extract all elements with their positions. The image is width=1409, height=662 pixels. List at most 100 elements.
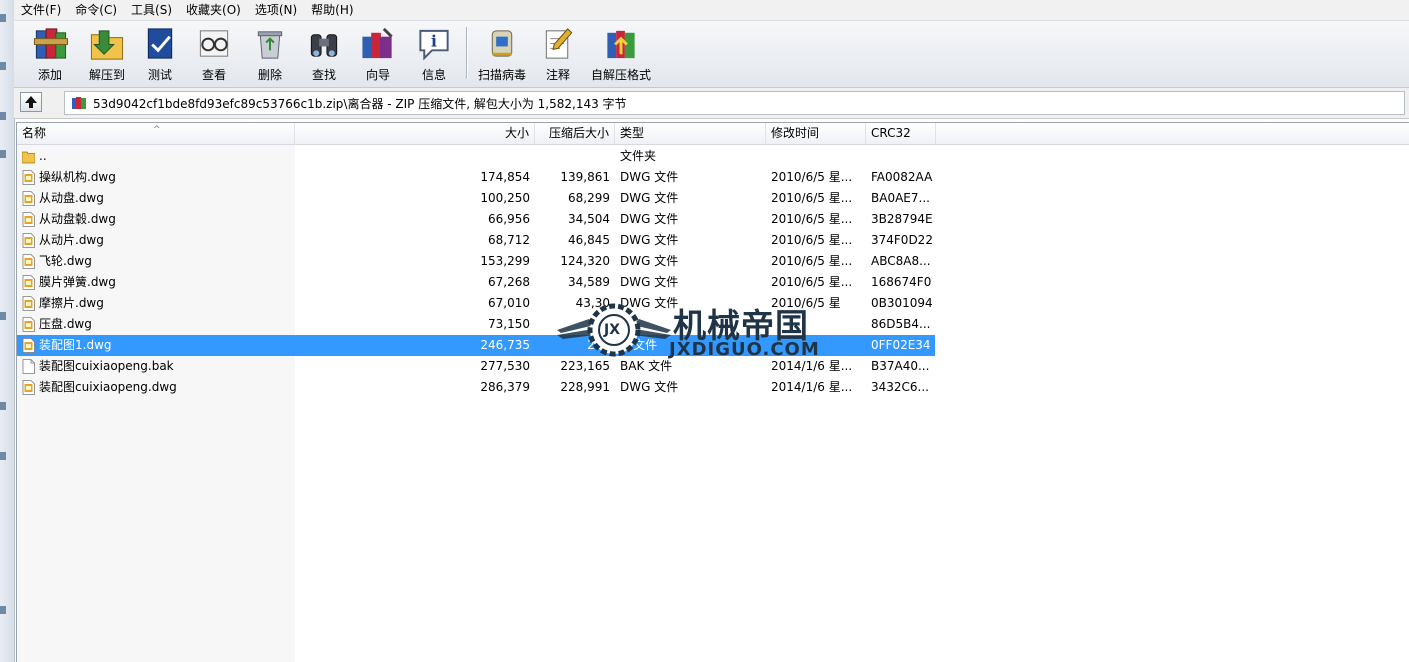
file-type-cell: DWG 文件 xyxy=(620,233,679,247)
file-modified-cell: 2010/6/5 星... xyxy=(771,191,853,205)
file-name-cell: 从动盘.dwg xyxy=(17,188,295,209)
dwg-file-icon xyxy=(22,212,35,227)
wizard-button[interactable]: 向导 xyxy=(356,23,400,83)
file-modified-cell: 2014/1/6 星... xyxy=(771,380,853,394)
file-name-cell: .. xyxy=(17,146,295,167)
find-button[interactable]: 查找 xyxy=(302,23,346,83)
file-size-cell: 100,250 xyxy=(480,191,530,205)
column-header-crc[interactable]: CRC32 xyxy=(866,123,936,144)
file-name-cell: 飞轮.dwg xyxy=(17,251,295,272)
delete-button[interactable]: 删除 xyxy=(248,23,292,83)
dwg-file-icon xyxy=(22,170,35,185)
file-crc-cell: 168674F0 xyxy=(871,275,932,289)
column-header-packed[interactable]: 压缩后大小 xyxy=(535,123,615,144)
toolbar: 添加 解压到 测试 查看 删除 查找 向导 i 信息 扫描病毒 注释 自解压格式 xyxy=(14,21,1409,88)
file-row[interactable]: 膜片弹簧.dwg 67,268 34,589 DWG 文件 2010/6/5 星... 1… xyxy=(17,272,935,293)
generic-file-icon xyxy=(22,359,35,374)
column-header-type[interactable]: 类型 xyxy=(615,123,766,144)
folder-extract-icon xyxy=(90,30,124,60)
file-name-cell: 装配图1.dwg xyxy=(17,335,295,356)
wizard-books-icon xyxy=(362,27,393,59)
column-header-row: 名称 ^ 大小 压缩后大小 类型 修改时间 CRC32 xyxy=(17,123,1409,145)
notepad-pen-icon xyxy=(545,28,573,59)
file-row[interactable]: 从动片.dwg 68,712 46,845 DWG 文件 2010/6/5 星... 37… xyxy=(17,230,935,251)
file-crc-cell: ABC8A8... xyxy=(871,254,931,268)
file-row[interactable]: 操纵机构.dwg 174,854 139,861 DWG 文件 2010/6/5 星..… xyxy=(17,167,935,188)
file-row[interactable]: 摩擦片.dwg 67,010 43,30 DWG 文件 2010/6/5 星 0B3010… xyxy=(17,293,935,314)
file-packed-cell: 124,320 xyxy=(560,254,610,268)
file-name: 飞轮.dwg xyxy=(39,254,92,268)
path-field[interactable]: 53d9042cf1bde8fd93efc89c53766c1b.zip\离合器… xyxy=(64,91,1405,115)
file-name: 压盘.dwg xyxy=(39,317,92,331)
file-crc-cell xyxy=(866,146,936,167)
comment-label: 注释 xyxy=(545,68,570,82)
file-packed-cell: 139,861 xyxy=(560,170,610,184)
file-type-cell: DWG 文件 xyxy=(620,254,679,268)
file-row[interactable]: 装配图cuixiaopeng.dwg 286,379 228,991 DWG 文件 20… xyxy=(17,377,935,398)
column-header-name-label: 名称 xyxy=(22,126,47,140)
info-icon: i xyxy=(419,29,449,61)
scan-virus-label: 扫描病毒 xyxy=(477,68,526,82)
file-crc-cell: 3432C6... xyxy=(871,380,929,394)
file-name-cell: 操纵机构.dwg xyxy=(17,167,295,188)
file-modified-cell xyxy=(766,146,866,167)
column-header-name[interactable]: 名称 ^ xyxy=(17,123,295,144)
menu-help[interactable]: 帮助(H) xyxy=(304,0,360,20)
menu-file[interactable]: 文件(F) xyxy=(14,0,68,20)
view-button[interactable]: 查看 xyxy=(192,23,236,83)
menu-favorites[interactable]: 收藏夹(O) xyxy=(179,0,248,20)
dwg-file-icon xyxy=(22,233,35,248)
file-packed-cell xyxy=(535,146,615,167)
left-window-edge xyxy=(0,0,15,662)
menu-tools[interactable]: 工具(S) xyxy=(124,0,179,20)
file-type-cell: BAK 文件 xyxy=(620,359,673,373)
file-type-cell: 文 xyxy=(620,317,633,331)
column-header-size[interactable]: 大小 xyxy=(295,123,535,144)
file-size-cell: 67,010 xyxy=(488,296,530,310)
file-size-cell: 246,735 xyxy=(480,338,530,352)
file-row[interactable]: 从动盘.dwg 100,250 68,299 DWG 文件 2010/6/5 星... B… xyxy=(17,188,935,209)
file-row[interactable]: 飞轮.dwg 153,299 124,320 DWG 文件 2010/6/5 星... A… xyxy=(17,251,935,272)
file-size-cell: 153,299 xyxy=(480,254,530,268)
scan-virus-button[interactable]: 扫描病毒 xyxy=(474,23,530,83)
file-name: 从动片.dwg xyxy=(39,233,104,247)
file-row[interactable]: 装配图1.dwg 246,735 209 G 文件 0FF02E34 xyxy=(17,335,935,356)
dwg-file-icon xyxy=(22,254,35,269)
file-modified-cell: 2010/6/5 星 xyxy=(771,296,841,310)
file-crc-cell: 0B301094 xyxy=(871,296,933,310)
file-name-cell: 膜片弹簧.dwg xyxy=(17,272,295,293)
file-name: .. xyxy=(39,149,47,163)
file-name: 装配图cuixiaopeng.dwg xyxy=(39,380,177,394)
up-one-level-button[interactable] xyxy=(20,92,42,112)
file-crc-cell: 0FF02E34 xyxy=(871,338,931,352)
menu-commands[interactable]: 命令(C) xyxy=(68,0,124,20)
file-modified-cell: 2010/6/5 星... xyxy=(771,233,853,247)
file-row[interactable]: 装配图cuixiaopeng.bak 277,530 223,165 BAK 文件 20… xyxy=(17,356,935,377)
file-modified-cell xyxy=(766,314,866,335)
add-button[interactable]: 添加 xyxy=(24,23,76,83)
comment-button[interactable]: 注释 xyxy=(536,23,580,83)
virus-scan-icon xyxy=(491,30,513,57)
file-row[interactable]: 压盘.dwg 73,150 文 86D5B4... xyxy=(17,314,935,335)
file-packed-cell: 68,299 xyxy=(568,191,610,205)
file-row[interactable]: .. 文件夹 xyxy=(17,146,935,167)
info-button[interactable]: i 信息 xyxy=(412,23,456,83)
column-header-modified[interactable]: 修改时间 xyxy=(766,123,866,144)
extract-to-button[interactable]: 解压到 xyxy=(82,23,132,83)
file-packed-cell: 34,504 xyxy=(568,212,610,226)
file-list: 名称 ^ 大小 压缩后大小 类型 修改时间 CRC32 .. 文件夹 操纵机构.dw… xyxy=(16,122,1409,662)
arrow-up-icon xyxy=(25,96,37,108)
test-button[interactable]: 测试 xyxy=(138,23,182,83)
svg-text:i: i xyxy=(431,31,437,50)
file-modified-cell: 2014/1/6 星... xyxy=(771,359,853,373)
address-bar: 53d9042cf1bde8fd93efc89c53766c1b.zip\离合器… xyxy=(14,88,1409,119)
file-name-cell: 摩擦片.dwg xyxy=(17,293,295,314)
file-modified-cell: 2010/6/5 星... xyxy=(771,170,853,184)
file-name: 从动盘.dwg xyxy=(39,191,104,205)
file-row[interactable]: 从动盘毂.dwg 66,956 34,504 DWG 文件 2010/6/5 星... 3… xyxy=(17,209,935,230)
menu-options[interactable]: 选项(N) xyxy=(248,0,304,20)
file-size-cell: 277,530 xyxy=(480,359,530,373)
file-crc-cell: B37A40... xyxy=(871,359,930,373)
file-name: 装配图cuixiaopeng.bak xyxy=(39,359,174,373)
sfx-button[interactable]: 自解压格式 xyxy=(590,23,652,83)
